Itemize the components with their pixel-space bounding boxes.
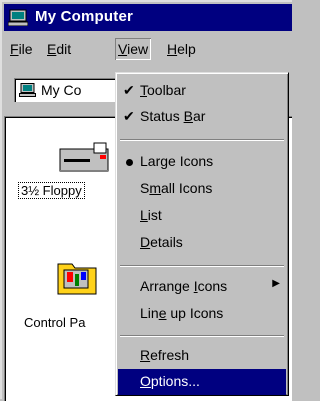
menu-item-details[interactable]: Details xyxy=(118,230,286,256)
floppy-label[interactable]: 3½ Floppy xyxy=(18,182,85,199)
title-bar[interactable]: My Computer xyxy=(4,4,292,31)
menu-item-toolbar[interactable]: ✔ Toolbar xyxy=(118,78,286,104)
control-panel-label[interactable]: Control Pa xyxy=(24,315,85,330)
menu-view[interactable]: View xyxy=(115,38,152,60)
check-icon: ✔ xyxy=(123,82,135,98)
menu-item-options[interactable]: Options... xyxy=(118,369,286,395)
window-title: My Computer xyxy=(35,8,134,25)
label-accel: O xyxy=(140,373,151,389)
menu-file[interactable]: File xyxy=(7,38,36,60)
label-post: all Icons xyxy=(161,180,213,196)
menu-item-line-up-icons[interactable]: Line up Icons xyxy=(118,301,286,327)
menu-item-small-icons-label: Small Icons xyxy=(140,180,212,196)
label-post: ar xyxy=(192,108,206,124)
label-pre: Lin xyxy=(140,305,159,321)
label-accel: D xyxy=(140,234,151,250)
menu-item-large-icons-label: Large Icons xyxy=(140,153,213,169)
view-menu-dropdown: ✔ Toolbar ✔ Status Bar Large Icons Small… xyxy=(115,72,289,396)
menu-item-details-label: Details xyxy=(140,234,183,250)
menu-item-status-bar[interactable]: ✔ Status Bar xyxy=(118,104,286,130)
control-panel-icon[interactable] xyxy=(56,256,98,296)
label-accel: L xyxy=(140,207,148,223)
menu-item-refresh-label: Refresh xyxy=(140,347,189,363)
label-accel: T xyxy=(140,82,147,98)
menu-view-accel: V xyxy=(118,41,128,57)
label-pre: Arrange xyxy=(140,278,194,294)
label-accel: B xyxy=(183,108,193,124)
label-post: ptions... xyxy=(150,373,200,389)
menu-item-list[interactable]: List xyxy=(118,203,286,229)
label-accel: m xyxy=(149,180,162,196)
label-post: efresh xyxy=(150,347,190,363)
address-text: My Co xyxy=(41,82,82,98)
floppy-drive-icon[interactable] xyxy=(54,141,112,175)
menu-item-refresh[interactable]: Refresh xyxy=(118,343,286,369)
menu-file-rest: ile xyxy=(18,41,33,57)
label-post: ist xyxy=(147,207,162,223)
menu-help[interactable]: Help xyxy=(164,38,199,60)
menu-item-status-bar-label: Status Bar xyxy=(140,108,205,124)
label-post: oolbar xyxy=(147,82,186,98)
menu-item-large-icons[interactable]: Large Icons xyxy=(118,149,286,175)
menu-item-arrange-icons[interactable]: Arrange Icons ▶ xyxy=(118,274,286,300)
menu-item-small-icons[interactable]: Small Icons xyxy=(118,176,286,202)
menu-separator xyxy=(120,335,284,337)
menu-help-rest: elp xyxy=(177,41,196,57)
label-post: cons xyxy=(197,278,228,294)
menu-edit[interactable]: Edit xyxy=(44,38,74,60)
label-pre: Status xyxy=(140,108,184,124)
label-post: etails xyxy=(150,234,183,250)
menu-edit-accel: E xyxy=(47,41,57,57)
menu-separator xyxy=(120,265,284,267)
menu-file-accel: F xyxy=(10,41,19,57)
label-post: e Icons xyxy=(168,153,214,169)
menu-edit-rest: dit xyxy=(56,41,72,57)
menu-item-options-label: Options... xyxy=(140,373,200,389)
submenu-arrow-icon: ▶ xyxy=(272,278,280,289)
check-icon: ✔ xyxy=(123,108,135,124)
radio-bullet-icon xyxy=(126,159,133,166)
label-accel: g xyxy=(160,153,169,169)
my-computer-window: My Computer File Edit View Help My Co 3½… xyxy=(0,0,292,401)
label-pre: Lar xyxy=(140,153,161,169)
menu-help-accel: H xyxy=(167,41,178,57)
menu-item-arrange-icons-label: Arrange Icons xyxy=(140,278,227,294)
menu-bar: File Edit View Help xyxy=(4,34,292,66)
menu-item-list-label: List xyxy=(140,207,162,223)
my-computer-icon xyxy=(8,9,28,26)
label-post: up Icons xyxy=(166,305,224,321)
menu-view-rest: iew xyxy=(127,41,149,57)
label-accel: R xyxy=(140,347,151,363)
menu-separator xyxy=(120,139,284,141)
menu-item-line-up-icons-label: Line up Icons xyxy=(140,305,223,321)
label-pre: S xyxy=(140,180,150,196)
my-computer-icon xyxy=(19,83,36,97)
menu-item-toolbar-label: Toolbar xyxy=(140,82,186,98)
